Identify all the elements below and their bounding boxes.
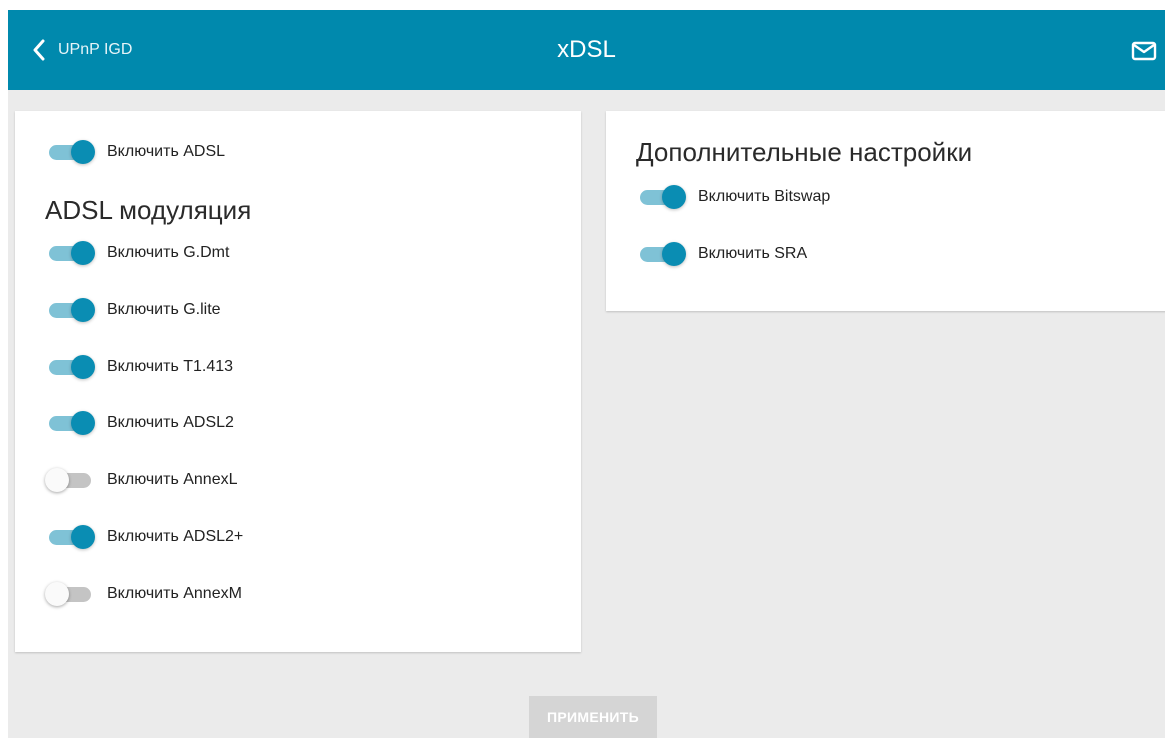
apply-button[interactable]: ПРИМЕНИТЬ (529, 696, 657, 738)
switch[interactable] (45, 411, 95, 435)
adsl-modulation-title: ADSL модуляция (45, 195, 252, 225)
page-title: xDSL (557, 36, 616, 63)
toggle-label: Включить Bitswap (698, 188, 831, 205)
adsl-settings-card: Включить ADSL ADSL модуляция Включить G.… (15, 111, 581, 652)
mail-icon[interactable] (1131, 40, 1157, 62)
toggle-label: Включить ADSL (107, 143, 226, 160)
switch[interactable] (636, 242, 686, 266)
toggle-label: Включить AnnexM (107, 585, 242, 602)
switch[interactable] (636, 185, 686, 209)
toggle-glite[interactable]: Включить G.lite (45, 298, 221, 322)
toggle-annexl[interactable]: Включить AnnexL (45, 468, 237, 492)
toggle-adsl2[interactable]: Включить ADSL2 (45, 411, 234, 435)
toggle-label: Включить SRA (698, 245, 808, 262)
advanced-settings-title: Дополнительные настройки (636, 137, 973, 167)
toggle-label: Включить G.Dmt (107, 244, 230, 261)
switch[interactable] (45, 298, 95, 322)
app-frame: UPnP IGD xDSL Включить ADSL ADSL модуляц… (8, 10, 1165, 738)
toggle-enable-adsl[interactable]: Включить ADSL (45, 140, 225, 164)
chevron-left-icon (33, 39, 45, 61)
page-header: UPnP IGD xDSL (8, 10, 1165, 90)
toggle-label: Включить T1.413 (107, 358, 234, 375)
switch[interactable] (45, 582, 95, 606)
toggle-label: Включить AnnexL (107, 471, 238, 488)
toggle-label: Включить G.lite (107, 301, 221, 318)
toggle-t1413[interactable]: Включить T1.413 (45, 355, 233, 379)
switch[interactable] (45, 355, 95, 379)
toggle-bitswap[interactable]: Включить Bitswap (636, 185, 830, 209)
back-link[interactable]: UPnP IGD (32, 10, 132, 90)
toggle-label: Включить ADSL2+ (107, 528, 244, 545)
toggle-adsl2plus[interactable]: Включить ADSL2+ (45, 525, 243, 549)
switch[interactable] (45, 525, 95, 549)
advanced-settings-card: Дополнительные настройки Включить Bitswa… (606, 111, 1165, 311)
switch[interactable] (45, 241, 95, 265)
switch[interactable] (45, 468, 95, 492)
switch[interactable] (45, 140, 95, 164)
back-link-label: UPnP IGD (58, 41, 133, 58)
toggle-annexm[interactable]: Включить AnnexM (45, 582, 242, 606)
toggle-sra[interactable]: Включить SRA (636, 242, 807, 266)
toggle-label: Включить ADSL2 (107, 414, 234, 431)
toggle-gdmt[interactable]: Включить G.Dmt (45, 241, 229, 265)
